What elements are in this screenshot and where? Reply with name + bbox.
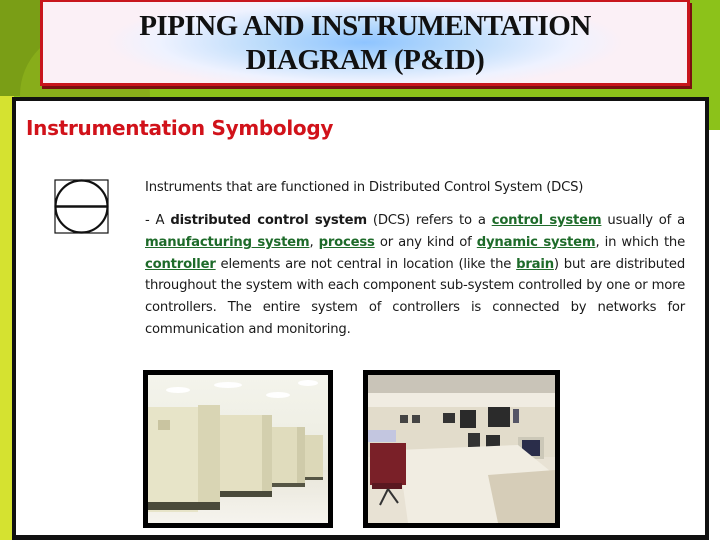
control-room-photo [363, 370, 560, 528]
text-fragment: elements are not central in location (li… [215, 256, 517, 272]
link-controller[interactable]: controller [145, 257, 216, 272]
text-fragment: (DCS) refers to a [366, 213, 492, 228]
title-line-1: PIPING AND INSTRUMENTATION [139, 9, 591, 42]
text-fragment: , [309, 234, 319, 250]
link-dynamic-system[interactable]: dynamic system [477, 235, 596, 250]
text-fragment: usually of a [601, 213, 685, 228]
bold-term: distributed control system [170, 213, 367, 228]
dcs-cabinets-photo [143, 370, 333, 528]
link-manufacturing-system[interactable]: manufacturing system [145, 235, 310, 250]
text-fragment: or any kind of [374, 234, 477, 250]
right-margin [709, 130, 720, 540]
link-brain[interactable]: brain [516, 257, 554, 272]
link-process[interactable]: process [319, 235, 375, 250]
dcs-instrument-symbol-icon [54, 179, 109, 234]
intro-text: Instruments that are functioned in Distr… [145, 180, 584, 195]
text-fragment: - A [145, 213, 171, 228]
link-control-system[interactable]: control system [492, 213, 602, 228]
text-fragment: , in which the [595, 234, 686, 250]
panel-bottom-border [12, 535, 709, 540]
body-text: Instruments that are functioned in Distr… [145, 178, 685, 341]
title-banner: PIPING AND INSTRUMENTATION DIAGRAM (P&ID… [40, 0, 690, 86]
dcs-definition-paragraph: - A distributed control system (DCS) ref… [145, 210, 685, 341]
section-heading: Instrumentation Symbology [26, 116, 334, 140]
title-line-2: DIAGRAM (P&ID) [245, 43, 485, 76]
